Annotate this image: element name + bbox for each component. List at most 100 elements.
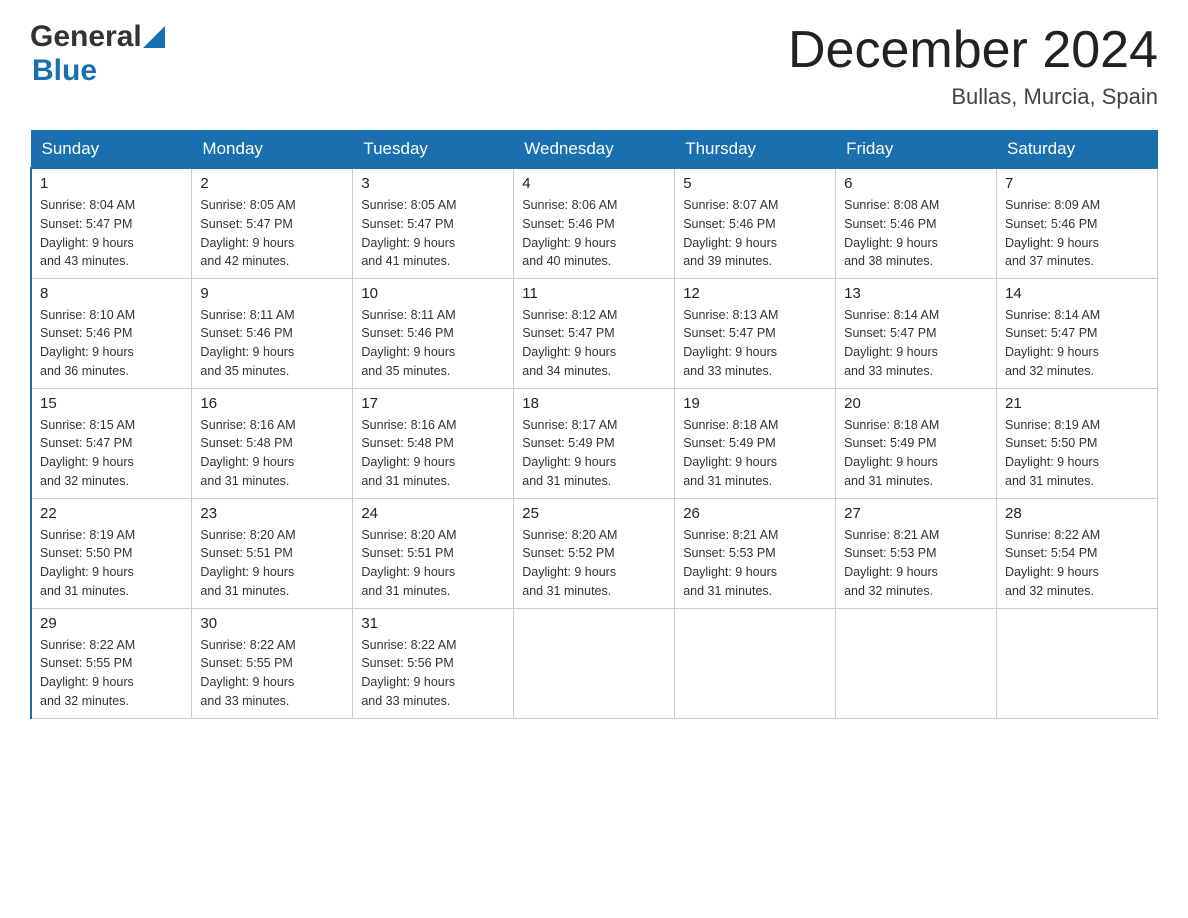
table-row: 23 Sunrise: 8:20 AMSunset: 5:51 PMDaylig… — [192, 498, 353, 608]
calendar-week-row: 22 Sunrise: 8:19 AMSunset: 5:50 PMDaylig… — [31, 498, 1158, 608]
day-number: 13 — [844, 285, 988, 302]
col-friday: Friday — [836, 131, 997, 169]
day-info: Sunrise: 8:16 AMSunset: 5:48 PMDaylight:… — [361, 416, 505, 491]
day-number: 31 — [361, 615, 505, 632]
day-info: Sunrise: 8:11 AMSunset: 5:46 PMDaylight:… — [200, 306, 344, 381]
col-sunday: Sunday — [31, 131, 192, 169]
day-number: 20 — [844, 395, 988, 412]
day-info: Sunrise: 8:20 AMSunset: 5:52 PMDaylight:… — [522, 526, 666, 601]
table-row: 12 Sunrise: 8:13 AMSunset: 5:47 PMDaylig… — [675, 278, 836, 388]
table-row: 31 Sunrise: 8:22 AMSunset: 5:56 PMDaylig… — [353, 608, 514, 718]
day-info: Sunrise: 8:22 AMSunset: 5:56 PMDaylight:… — [361, 636, 505, 711]
day-info: Sunrise: 8:22 AMSunset: 5:54 PMDaylight:… — [1005, 526, 1149, 601]
col-wednesday: Wednesday — [514, 131, 675, 169]
day-info: Sunrise: 8:08 AMSunset: 5:46 PMDaylight:… — [844, 196, 988, 271]
table-row: 8 Sunrise: 8:10 AMSunset: 5:46 PMDayligh… — [31, 278, 192, 388]
day-info: Sunrise: 8:14 AMSunset: 5:47 PMDaylight:… — [1005, 306, 1149, 381]
day-info: Sunrise: 8:19 AMSunset: 5:50 PMDaylight:… — [40, 526, 183, 601]
calendar-week-row: 15 Sunrise: 8:15 AMSunset: 5:47 PMDaylig… — [31, 388, 1158, 498]
day-number: 14 — [1005, 285, 1149, 302]
day-number: 21 — [1005, 395, 1149, 412]
day-info: Sunrise: 8:21 AMSunset: 5:53 PMDaylight:… — [844, 526, 988, 601]
table-row: 11 Sunrise: 8:12 AMSunset: 5:47 PMDaylig… — [514, 278, 675, 388]
day-number: 15 — [40, 395, 183, 412]
col-monday: Monday — [192, 131, 353, 169]
table-row: 13 Sunrise: 8:14 AMSunset: 5:47 PMDaylig… — [836, 278, 997, 388]
table-row: 6 Sunrise: 8:08 AMSunset: 5:46 PMDayligh… — [836, 168, 997, 278]
day-info: Sunrise: 8:17 AMSunset: 5:49 PMDaylight:… — [522, 416, 666, 491]
table-row: 26 Sunrise: 8:21 AMSunset: 5:53 PMDaylig… — [675, 498, 836, 608]
table-row: 19 Sunrise: 8:18 AMSunset: 5:49 PMDaylig… — [675, 388, 836, 498]
table-row: 1 Sunrise: 8:04 AMSunset: 5:47 PMDayligh… — [31, 168, 192, 278]
day-info: Sunrise: 8:18 AMSunset: 5:49 PMDaylight:… — [844, 416, 988, 491]
col-saturday: Saturday — [997, 131, 1158, 169]
logo-triangle-icon — [143, 26, 165, 48]
day-info: Sunrise: 8:19 AMSunset: 5:50 PMDaylight:… — [1005, 416, 1149, 491]
calendar-week-row: 8 Sunrise: 8:10 AMSunset: 5:46 PMDayligh… — [31, 278, 1158, 388]
table-row: 5 Sunrise: 8:07 AMSunset: 5:46 PMDayligh… — [675, 168, 836, 278]
day-info: Sunrise: 8:05 AMSunset: 5:47 PMDaylight:… — [361, 196, 505, 271]
table-row: 27 Sunrise: 8:21 AMSunset: 5:53 PMDaylig… — [836, 498, 997, 608]
day-number: 8 — [40, 285, 183, 302]
calendar-week-row: 29 Sunrise: 8:22 AMSunset: 5:55 PMDaylig… — [31, 608, 1158, 718]
day-number: 3 — [361, 175, 505, 192]
day-info: Sunrise: 8:11 AMSunset: 5:46 PMDaylight:… — [361, 306, 505, 381]
day-number: 24 — [361, 505, 505, 522]
col-tuesday: Tuesday — [353, 131, 514, 169]
table-row: 24 Sunrise: 8:20 AMSunset: 5:51 PMDaylig… — [353, 498, 514, 608]
day-number: 26 — [683, 505, 827, 522]
col-thursday: Thursday — [675, 131, 836, 169]
table-row: 22 Sunrise: 8:19 AMSunset: 5:50 PMDaylig… — [31, 498, 192, 608]
day-number: 10 — [361, 285, 505, 302]
calendar-table: Sunday Monday Tuesday Wednesday Thursday… — [30, 130, 1158, 719]
table-row: 20 Sunrise: 8:18 AMSunset: 5:49 PMDaylig… — [836, 388, 997, 498]
table-row: 16 Sunrise: 8:16 AMSunset: 5:48 PMDaylig… — [192, 388, 353, 498]
table-row: 4 Sunrise: 8:06 AMSunset: 5:46 PMDayligh… — [514, 168, 675, 278]
table-row: 18 Sunrise: 8:17 AMSunset: 5:49 PMDaylig… — [514, 388, 675, 498]
title-block: December 2024 Bullas, Murcia, Spain — [788, 20, 1158, 110]
day-number: 27 — [844, 505, 988, 522]
day-number: 1 — [40, 175, 183, 192]
logo: General Blue — [30, 20, 166, 88]
calendar-week-row: 1 Sunrise: 8:04 AMSunset: 5:47 PMDayligh… — [31, 168, 1158, 278]
day-info: Sunrise: 8:22 AMSunset: 5:55 PMDaylight:… — [40, 636, 183, 711]
day-number: 23 — [200, 505, 344, 522]
table-row — [836, 608, 997, 718]
table-row — [675, 608, 836, 718]
table-row: 25 Sunrise: 8:20 AMSunset: 5:52 PMDaylig… — [514, 498, 675, 608]
day-info: Sunrise: 8:15 AMSunset: 5:47 PMDaylight:… — [40, 416, 183, 491]
day-info: Sunrise: 8:16 AMSunset: 5:48 PMDaylight:… — [200, 416, 344, 491]
logo-general-text: General — [30, 20, 142, 54]
day-number: 28 — [1005, 505, 1149, 522]
day-info: Sunrise: 8:14 AMSunset: 5:47 PMDaylight:… — [844, 306, 988, 381]
day-number: 4 — [522, 175, 666, 192]
day-number: 19 — [683, 395, 827, 412]
day-number: 18 — [522, 395, 666, 412]
day-number: 9 — [200, 285, 344, 302]
day-number: 30 — [200, 615, 344, 632]
day-info: Sunrise: 8:04 AMSunset: 5:47 PMDaylight:… — [40, 196, 183, 271]
table-row: 29 Sunrise: 8:22 AMSunset: 5:55 PMDaylig… — [31, 608, 192, 718]
location: Bullas, Murcia, Spain — [788, 84, 1158, 110]
day-number: 11 — [522, 285, 666, 302]
day-info: Sunrise: 8:20 AMSunset: 5:51 PMDaylight:… — [361, 526, 505, 601]
day-number: 22 — [40, 505, 183, 522]
table-row: 10 Sunrise: 8:11 AMSunset: 5:46 PMDaylig… — [353, 278, 514, 388]
day-info: Sunrise: 8:09 AMSunset: 5:46 PMDaylight:… — [1005, 196, 1149, 271]
table-row: 28 Sunrise: 8:22 AMSunset: 5:54 PMDaylig… — [997, 498, 1158, 608]
table-row: 2 Sunrise: 8:05 AMSunset: 5:47 PMDayligh… — [192, 168, 353, 278]
day-info: Sunrise: 8:21 AMSunset: 5:53 PMDaylight:… — [683, 526, 827, 601]
table-row: 3 Sunrise: 8:05 AMSunset: 5:47 PMDayligh… — [353, 168, 514, 278]
table-row: 21 Sunrise: 8:19 AMSunset: 5:50 PMDaylig… — [997, 388, 1158, 498]
table-row: 14 Sunrise: 8:14 AMSunset: 5:47 PMDaylig… — [997, 278, 1158, 388]
day-info: Sunrise: 8:22 AMSunset: 5:55 PMDaylight:… — [200, 636, 344, 711]
day-number: 25 — [522, 505, 666, 522]
table-row: 9 Sunrise: 8:11 AMSunset: 5:46 PMDayligh… — [192, 278, 353, 388]
table-row: 15 Sunrise: 8:15 AMSunset: 5:47 PMDaylig… — [31, 388, 192, 498]
day-info: Sunrise: 8:20 AMSunset: 5:51 PMDaylight:… — [200, 526, 344, 601]
day-info: Sunrise: 8:10 AMSunset: 5:46 PMDaylight:… — [40, 306, 183, 381]
day-number: 5 — [683, 175, 827, 192]
day-number: 7 — [1005, 175, 1149, 192]
table-row: 7 Sunrise: 8:09 AMSunset: 5:46 PMDayligh… — [997, 168, 1158, 278]
table-row: 30 Sunrise: 8:22 AMSunset: 5:55 PMDaylig… — [192, 608, 353, 718]
